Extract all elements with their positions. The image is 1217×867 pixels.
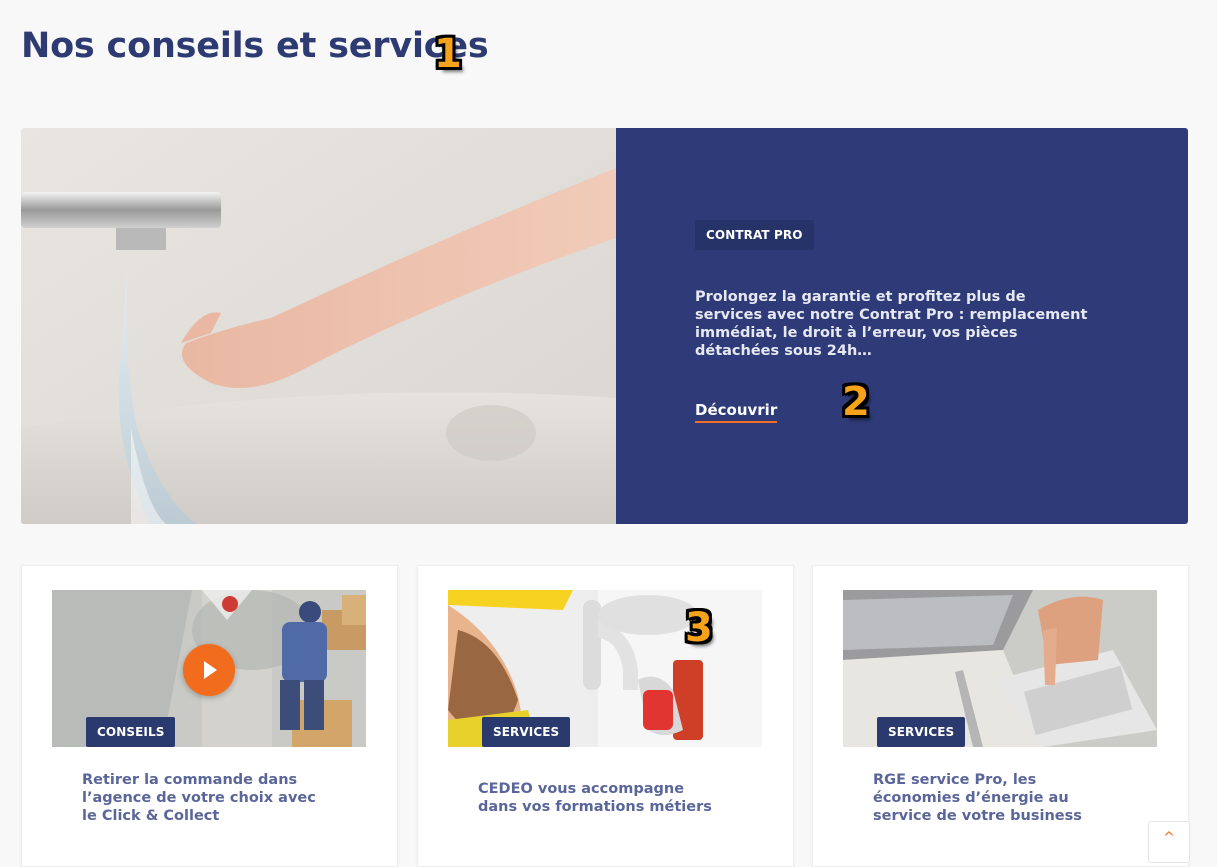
- hero-panel: CONTRAT PRO Prolongez la garantie et pro…: [616, 128, 1188, 524]
- card-title[interactable]: Retirer la commande dans l’agence de vot…: [82, 771, 332, 825]
- card-category-badge: CONSEILS: [86, 717, 176, 747]
- scroll-to-top-button[interactable]: ^: [1148, 821, 1190, 863]
- card-category-badge: SERVICES: [877, 717, 966, 747]
- water-tap-hand-illustration: [21, 128, 616, 524]
- card-image: CONSEILS: [52, 590, 366, 747]
- card-image: SERVICES 3: [448, 590, 762, 747]
- article-card[interactable]: CONSEILS Retirer la commande dans l’agen…: [21, 565, 398, 867]
- annotation-marker-1: 1: [434, 31, 462, 77]
- discover-link[interactable]: Découvrir: [695, 401, 778, 423]
- card-title[interactable]: RGE service Pro, les économies d’énergie…: [873, 771, 1123, 825]
- annotation-marker-3: 3: [685, 605, 713, 651]
- card-image: SERVICES: [843, 590, 1157, 747]
- article-card[interactable]: SERVICES 3 CEDEO vous accompagne dans vo…: [417, 565, 794, 867]
- play-video-button[interactable]: [183, 644, 235, 696]
- chevron-up-icon: ^: [1163, 830, 1175, 846]
- hero-banner: CONTRAT PRO Prolongez la garantie et pro…: [21, 128, 1188, 524]
- annotation-marker-2: 2: [842, 379, 870, 425]
- article-card[interactable]: SERVICES RGE service Pro, les économies …: [812, 565, 1189, 867]
- hero-image: [21, 128, 616, 524]
- hero-description: Prolongez la garantie et profitez plus d…: [695, 289, 1088, 359]
- page-title: Nos conseils et services: [21, 26, 489, 66]
- category-badge: CONTRAT PRO: [695, 220, 814, 250]
- card-category-badge: SERVICES: [482, 717, 571, 747]
- card-title[interactable]: CEDEO vous accompagne dans vos formation…: [478, 780, 728, 816]
